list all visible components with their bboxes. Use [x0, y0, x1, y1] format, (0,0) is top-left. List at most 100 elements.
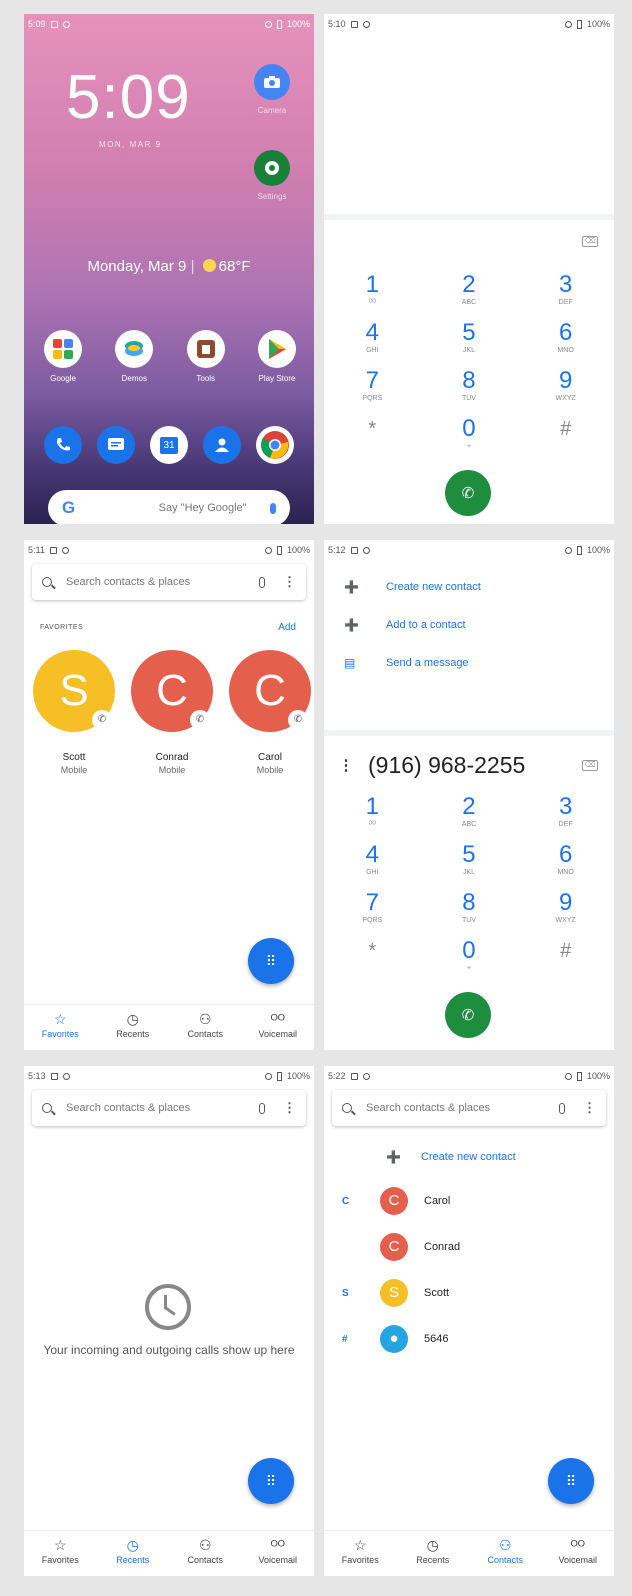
tab-voicemail[interactable]: ᴼᴼ Voicemail — [543, 1531, 613, 1576]
dialpad-fab[interactable]: ⠿ — [548, 1458, 594, 1504]
chrome-icon[interactable] — [256, 426, 294, 464]
clock-icon: ◷ — [126, 1011, 139, 1027]
favorite-conrad[interactable]: C ✆ Conrad Mobile — [128, 650, 216, 775]
dialpad-fab[interactable]: ⠿ — [248, 1458, 294, 1504]
backspace-icon[interactable]: ⌫ — [582, 760, 598, 771]
send-message-action[interactable]: ▤ Send a message — [344, 644, 604, 682]
contacts-icon[interactable] — [203, 426, 241, 464]
more-icon[interactable]: ⋮ — [283, 1100, 296, 1116]
key-8[interactable]: 8 TUV — [439, 890, 499, 930]
call-icon[interactable]: ✆ — [190, 710, 210, 730]
key-1[interactable]: 1 ᴼᴼ — [342, 272, 402, 312]
section-letter: # — [342, 1333, 348, 1345]
dial-actions: ➕ Create new contact ➕ Add to a contact ▤ S… — [344, 568, 604, 682]
key-6[interactable]: 6 MNO — [536, 320, 596, 360]
demos-app[interactable]: Demos — [101, 330, 167, 383]
key-hash[interactable]: # — [536, 416, 596, 456]
create-new-contact-action[interactable]: ➕ Create new contact — [344, 568, 604, 606]
key-1[interactable]: 1 ᴼᴼ — [342, 794, 402, 834]
contact-type: Mobile — [158, 765, 186, 775]
mic-icon[interactable] — [259, 576, 265, 588]
favorite-carol[interactable]: C ✆ Carol Mobile — [226, 650, 314, 775]
settings-app[interactable]: Settings — [242, 150, 302, 201]
calendar-icon[interactable]: 31 — [150, 426, 188, 464]
camera-app[interactable]: Camera — [242, 64, 302, 115]
contact-row-scott[interactable]: S S Scott — [324, 1270, 614, 1316]
status-bar: 5:10 100% — [324, 14, 614, 34]
tab-favorites[interactable]: ☆ Favorites — [325, 1531, 395, 1576]
favorite-scott[interactable]: S ✆ Scott Mobile — [30, 650, 118, 775]
key-8[interactable]: 8 TUV — [439, 368, 499, 408]
key-4[interactable]: 4 GHI — [342, 842, 402, 882]
key-7[interactable]: 7 PQRS — [342, 890, 402, 930]
key-3[interactable]: 3 DEF — [536, 272, 596, 312]
more-icon[interactable]: ⋮ — [283, 574, 296, 590]
search-bar[interactable]: Search contacts & places ⋮ — [332, 1090, 606, 1126]
key-2[interactable]: 2 ABC — [439, 794, 499, 834]
mic-icon[interactable] — [270, 502, 276, 514]
key-5[interactable]: 5 JKL — [439, 320, 499, 360]
dialer-number-panel: 5:12 100% ➕ Create new contact ➕ Add to a … — [324, 540, 614, 1050]
people-icon: ⚇ — [198, 1537, 212, 1553]
key-3[interactable]: 3 DEF — [536, 794, 596, 834]
tab-favorites[interactable]: ☆ Favorites — [25, 1531, 95, 1576]
wifi-icon — [264, 20, 272, 28]
battery-percent: 100% — [586, 1071, 610, 1081]
contact-row-5646[interactable]: # ● 5646 — [324, 1316, 614, 1362]
call-button[interactable]: ✆ — [445, 470, 491, 516]
mic-icon[interactable] — [259, 1102, 265, 1114]
search-bar[interactable]: Search contacts & places ⋮ — [32, 1090, 306, 1126]
add-to-contact-action[interactable]: ➕ Add to a contact — [344, 606, 604, 644]
messages-icon[interactable] — [97, 426, 135, 464]
key-0[interactable]: 0 + — [439, 416, 499, 456]
play-store-app[interactable]: Play Store — [244, 330, 310, 383]
key-hash[interactable]: # — [536, 938, 596, 978]
call-icon[interactable]: ✆ — [92, 710, 112, 730]
empty-clock-icon — [145, 1284, 191, 1330]
contact-row-carol[interactable]: C C Carol — [324, 1178, 614, 1224]
date-weather-widget[interactable]: Monday, Mar 9 | 68°F — [24, 258, 314, 275]
tab-contacts[interactable]: ⚇ Contacts — [170, 1531, 240, 1576]
backspace-icon[interactable]: ⌫ — [582, 236, 598, 247]
clock-widget[interactable]: 5:09 — [66, 62, 191, 133]
key-9[interactable]: 9 WXYZ — [536, 368, 596, 408]
key-0[interactable]: 0 + — [439, 938, 499, 978]
phone-icon[interactable] — [44, 426, 82, 464]
battery-percent: 100% — [586, 545, 610, 555]
tools-app[interactable]: Tools — [173, 330, 239, 383]
key-9[interactable]: 9 WXYZ — [536, 890, 596, 930]
tab-contacts[interactable]: ⚇ Contacts — [170, 1005, 240, 1050]
add-favorite-button[interactable]: Add — [278, 622, 296, 633]
dialpad-fab[interactable]: ⠿ — [248, 938, 294, 984]
tab-recents[interactable]: ◷ Recents — [98, 1531, 168, 1576]
key-5[interactable]: 5 JKL — [439, 842, 499, 882]
call-button[interactable]: ✆ — [445, 992, 491, 1038]
key-star[interactable]: * — [342, 938, 402, 978]
google-search-bar[interactable]: G Say "Hey Google" — [48, 490, 290, 524]
settings-label: Settings — [257, 192, 287, 201]
contact-row-conrad[interactable]: C Conrad — [324, 1224, 614, 1270]
dialpad-icon: ⠿ — [265, 1472, 277, 1489]
more-icon[interactable]: ⋮ — [583, 1100, 596, 1116]
tab-recents[interactable]: ◷ Recents — [98, 1005, 168, 1050]
tab-favorites[interactable]: ☆ Favorites — [25, 1005, 95, 1050]
battery-percent: 100% — [286, 1071, 310, 1081]
key-star[interactable]: * — [342, 416, 402, 456]
tab-recents[interactable]: ◷ Recents — [398, 1531, 468, 1576]
favorites-list: S ✆ Scott Mobile C ✆ Conrad Mobile C ✆ C… — [30, 650, 314, 775]
key-6[interactable]: 6 MNO — [536, 842, 596, 882]
google-folder[interactable]: Google — [30, 330, 96, 383]
tab-voicemail[interactable]: ᴼᴼ Voicemail — [243, 1005, 313, 1050]
mic-icon[interactable] — [559, 1102, 565, 1114]
more-icon[interactable]: ⋮ — [324, 756, 368, 774]
create-new-contact-button[interactable]: ➕ Create new contact — [386, 1150, 516, 1164]
tab-voicemail[interactable]: ᴼᴼ Voicemail — [243, 1531, 313, 1576]
search-bar[interactable]: Search contacts & places ⋮ — [32, 564, 306, 600]
status-time: 5:09 — [28, 19, 46, 29]
key-2[interactable]: 2 ABC — [439, 272, 499, 312]
tab-contacts[interactable]: ⚇ Contacts — [470, 1531, 540, 1576]
call-icon[interactable]: ✆ — [288, 710, 308, 730]
key-7[interactable]: 7 PQRS — [342, 368, 402, 408]
key-4[interactable]: 4 GHI — [342, 320, 402, 360]
voicemail-icon: ᴼᴼ — [270, 1011, 285, 1027]
